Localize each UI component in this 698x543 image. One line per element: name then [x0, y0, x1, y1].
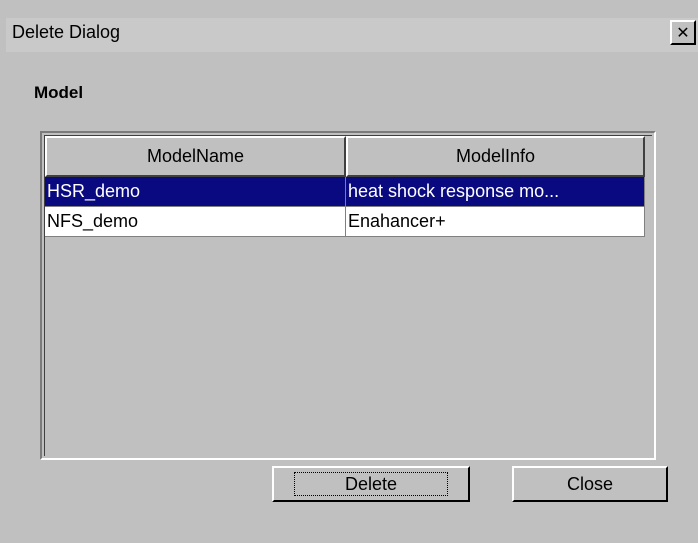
- column-header-modelname[interactable]: ModelName: [45, 136, 346, 177]
- close-window-button[interactable]: ✕: [670, 20, 696, 45]
- cell-model-name[interactable]: NFS_demo: [45, 207, 346, 237]
- table-row[interactable]: NFS_demo Enahancer+: [45, 207, 645, 237]
- cell-model-info[interactable]: heat shock response mo...: [346, 177, 645, 207]
- model-table: ModelName ModelInfo HSR_demo heat shock …: [44, 135, 652, 456]
- table-row[interactable]: HSR_demo heat shock response mo...: [45, 177, 645, 207]
- title-bar[interactable]: Delete Dialog ✕: [6, 18, 698, 52]
- delete-button-label: Delete: [293, 472, 449, 496]
- window-title: Delete Dialog: [12, 22, 121, 42]
- close-icon: ✕: [676, 23, 690, 42]
- cell-model-info[interactable]: Enahancer+: [346, 207, 645, 237]
- column-header-modelinfo[interactable]: ModelInfo: [346, 136, 645, 177]
- close-button-label: Close: [566, 474, 614, 494]
- delete-button[interactable]: Delete: [272, 466, 470, 502]
- cell-model-name[interactable]: HSR_demo: [45, 177, 346, 207]
- delete-dialog-window: Delete Dialog ✕ Model ModelName ModelInf…: [0, 0, 698, 543]
- section-label-model: Model: [34, 83, 84, 102]
- close-button[interactable]: Close: [512, 466, 668, 502]
